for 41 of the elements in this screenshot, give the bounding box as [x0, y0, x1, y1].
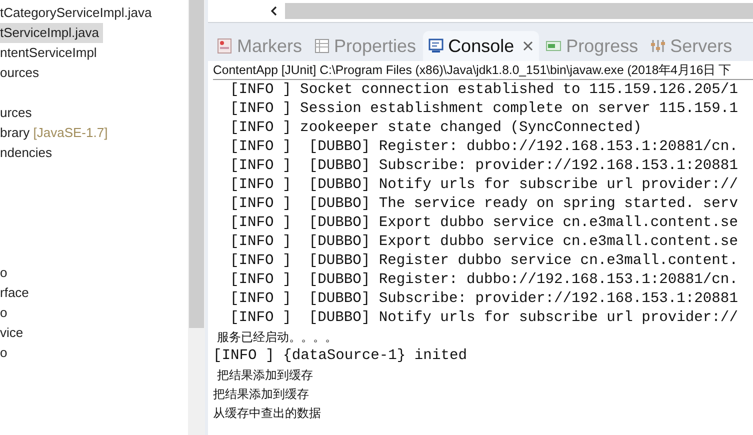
console-line: [INFO ] [DUBBO] Register dubbo service cn.e3mall.content.: [230, 252, 738, 271]
console-line: 把结果添加到缓存: [213, 386, 309, 403]
console-header: ContentApp [JUnit] C:\Program Files (x86)\Java\jdk1.8.0_151\bin\javaw.exe (2018年4月16日 下: [213, 61, 753, 80]
console-line: [INFO ] Socket connection established to 115.159.126.205/1: [230, 81, 738, 100]
horizontal-scrollbar[interactable]: [285, 3, 753, 19]
console-line: [INFO ] [DUBBO] The service ready on spring started. serv: [230, 195, 738, 214]
console-line: 从缓存中查出的数据: [213, 405, 321, 422]
console-line: [INFO ] {dataSource-1} inited: [213, 347, 467, 366]
scrollbar[interactable]: [188, 0, 205, 435]
console-line: [INFO ] [DUBBO] Register: dubbo://192.168.153.1:20881/cn.: [230, 138, 738, 157]
tree-item[interactable]: ources: [0, 63, 44, 83]
console-line: [INFO ] [DUBBO] Subscribe: provider://192.168.153.1:20881: [230, 157, 738, 176]
console-line: [INFO ] [DUBBO] Notify urls for subscribe url provider://: [230, 309, 738, 328]
tree-item[interactable]: vice: [0, 323, 28, 343]
tree-item[interactable]: o: [0, 303, 12, 323]
markers-icon: [217, 38, 233, 54]
console-line: [INFO ] [DUBBO] Register: dubbo://192.168.153.1:20881/cn.: [230, 271, 738, 290]
tree-item[interactable]: tCategoryServiceImpl.java: [0, 3, 156, 23]
tree-item[interactable]: brary [JavaSE-1.7]: [0, 123, 112, 143]
tree-item[interactable]: o: [0, 263, 12, 283]
console-line: [INFO ] [DUBBO] Export dubbo service cn.e3mall.content.se: [230, 214, 738, 233]
tree-item[interactable]: ntentServiceImpl: [0, 43, 101, 63]
chevron-left-icon[interactable]: [270, 6, 278, 16]
view-tab[interactable]: Console: [423, 31, 540, 61]
tree-item[interactable]: tServiceImpl.java: [0, 23, 103, 43]
monitor-icon: [428, 38, 444, 54]
console-line: 把结果添加到缓存: [216, 367, 313, 384]
console-line: 服务已经启动。。。。: [216, 329, 337, 346]
console-line: [INFO ] [DUBBO] Export dubbo service cn.e3mall.content.se: [230, 233, 738, 252]
console-line: [INFO ] zookeeper state changed (SyncConnected): [230, 119, 642, 138]
tree-item[interactable]: urces: [0, 103, 36, 123]
tree-item[interactable]: rface: [0, 283, 33, 303]
tree-item[interactable]: o: [0, 343, 12, 363]
tree-item[interactable]: ndencies: [0, 143, 56, 163]
console-line: [INFO ] [DUBBO] Notify urls for subscribe url provider://: [230, 176, 738, 195]
sliders-icon: [650, 38, 666, 54]
table-icon: [314, 38, 330, 54]
console-line: [INFO ] Session establishment complete on server 115.159.1: [230, 100, 738, 119]
progress-icon: [546, 38, 562, 54]
close-icon[interactable]: [522, 40, 534, 52]
console-line: [INFO ] [DUBBO] Subscribe: provider://192.168.153.1:20881: [230, 290, 738, 309]
